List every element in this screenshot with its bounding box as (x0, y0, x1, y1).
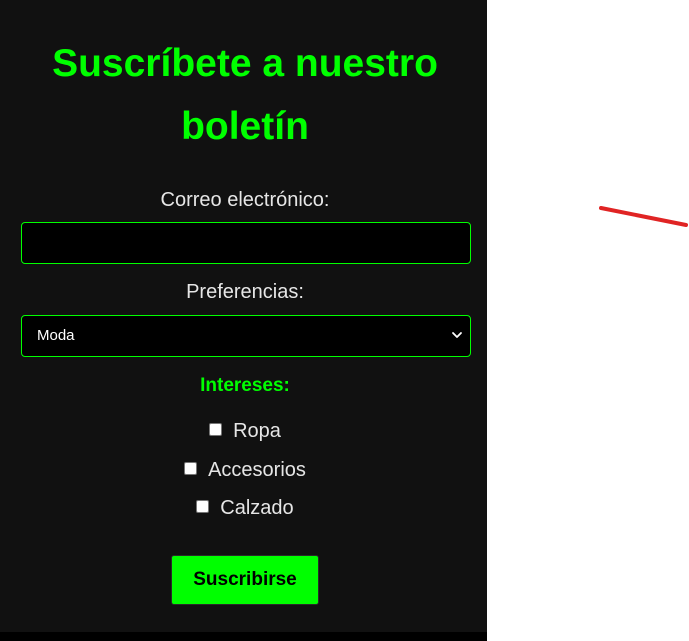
interest-option-accesorios[interactable]: Accesorios (0, 458, 490, 482)
red-stroke-mark (599, 206, 688, 227)
page-title: Suscríbete a nuestro boletín (52, 42, 438, 148)
ropa-checkbox[interactable] (209, 422, 223, 436)
email-label: Correo electrónico: (160, 189, 330, 211)
email-input[interactable] (21, 222, 471, 264)
ropa-label: Ropa (233, 420, 281, 442)
interest-option-ropa[interactable]: Ropa (0, 419, 490, 443)
calzado-checkbox[interactable] (196, 499, 210, 513)
preferences-label: Preferencias: (186, 281, 304, 303)
accesorios-checkbox[interactable] (184, 461, 198, 475)
subscription-panel: Suscríbete a nuestro boletín Correo elec… (0, 0, 487, 632)
calzado-label: Calzado (220, 497, 294, 519)
chevron-down-icon (452, 332, 462, 338)
bottom-strip (0, 632, 487, 641)
interest-option-calzado[interactable]: Calzado (0, 496, 490, 520)
accesorios-label: Accesorios (208, 459, 306, 481)
preferences-select[interactable]: Moda (21, 315, 471, 357)
subscribe-button[interactable]: Suscribirse (171, 555, 319, 605)
interests-label: Intereses: (200, 375, 290, 396)
preferences-selected-value: Moda (37, 327, 75, 344)
